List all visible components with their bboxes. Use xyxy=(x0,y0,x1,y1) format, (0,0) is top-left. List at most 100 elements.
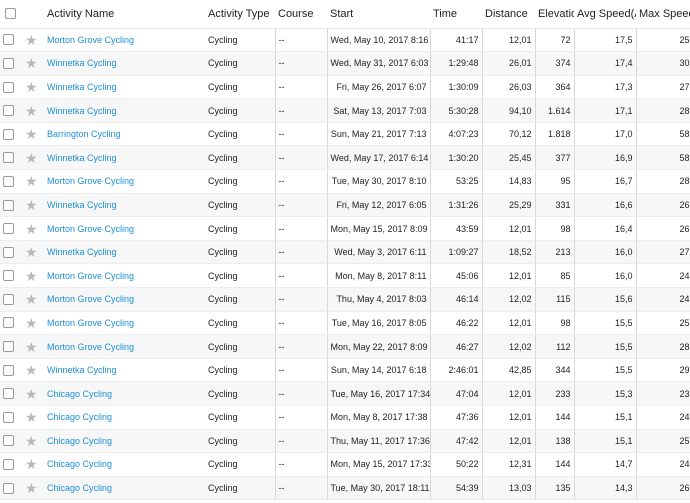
select-all-checkbox-icon[interactable] xyxy=(5,8,16,20)
activity-name-link[interactable]: Chicago Cycling xyxy=(47,412,112,422)
favorite-cell[interactable]: ★ xyxy=(22,193,44,218)
star-icon[interactable]: ★ xyxy=(25,315,38,331)
row-checkbox-cell[interactable] xyxy=(0,287,22,312)
star-icon[interactable]: ★ xyxy=(25,150,38,166)
table-row[interactable]: ★ Morton Grove Cycling Cycling -- Wed, May 1… xyxy=(0,28,690,53)
col-time[interactable]: Time xyxy=(430,0,482,29)
favorite-cell[interactable]: ★ xyxy=(22,240,44,265)
col-activity-name[interactable]: Activity Name xyxy=(44,0,205,29)
star-icon[interactable]: ★ xyxy=(25,244,38,260)
star-icon[interactable]: ★ xyxy=(25,456,38,472)
star-icon[interactable]: ★ xyxy=(25,362,38,378)
star-icon[interactable]: ★ xyxy=(25,291,38,307)
table-row[interactable]: ★ Barrington Cycling Cycling -- Sun, May 21,… xyxy=(0,122,690,147)
table-row[interactable]: ★ Winnetka Cycling Cycling -- Wed, May 31, 2… xyxy=(0,51,690,76)
select-all-cell[interactable] xyxy=(0,0,22,29)
star-icon[interactable]: ★ xyxy=(25,221,38,237)
row-checkbox-cell[interactable] xyxy=(0,28,22,53)
table-row[interactable]: ★ Winnetka Cycling Cycling -- Fri, May 26, 2… xyxy=(0,75,690,100)
favorite-cell[interactable]: ★ xyxy=(22,145,44,171)
favorite-cell[interactable]: ★ xyxy=(22,452,44,477)
row-checkbox-cell[interactable] xyxy=(0,145,22,171)
row-checkbox-icon[interactable] xyxy=(3,105,14,117)
row-checkbox-icon[interactable] xyxy=(3,388,14,400)
row-checkbox-icon[interactable] xyxy=(3,459,14,471)
favorite-cell[interactable]: ★ xyxy=(22,476,44,501)
row-checkbox-cell[interactable] xyxy=(0,429,22,454)
table-row[interactable]: ★ Chicago Cycling Cycling -- Tue, May 30, 20… xyxy=(0,476,690,501)
activity-name-link[interactable]: Winnetka Cycling xyxy=(47,365,117,375)
star-icon[interactable]: ★ xyxy=(25,339,38,355)
row-checkbox-cell[interactable] xyxy=(0,98,22,123)
col-activity-type[interactable]: Activity Type xyxy=(205,0,275,29)
favorite-cell[interactable]: ★ xyxy=(22,311,44,336)
favorite-cell[interactable]: ★ xyxy=(22,98,44,123)
table-row[interactable]: ★ Chicago Cycling Cycling -- Thu, May 11, 20… xyxy=(0,429,690,454)
table-row[interactable]: ★ Winnetka Cycling Cycling -- Fri, May 12, 2… xyxy=(0,193,690,218)
favorite-cell[interactable]: ★ xyxy=(22,358,44,383)
row-checkbox-icon[interactable] xyxy=(3,57,14,69)
row-checkbox-cell[interactable] xyxy=(0,381,22,406)
row-checkbox-icon[interactable] xyxy=(3,199,14,211)
row-checkbox-icon[interactable] xyxy=(3,223,14,235)
row-checkbox-cell[interactable] xyxy=(0,476,22,501)
row-checkbox-cell[interactable] xyxy=(0,263,22,289)
row-checkbox-icon[interactable] xyxy=(3,482,14,494)
favorite-cell[interactable]: ★ xyxy=(22,429,44,454)
row-checkbox-icon[interactable] xyxy=(3,175,14,187)
favorite-cell[interactable]: ★ xyxy=(22,216,44,241)
activity-name-link[interactable]: Morton Grove Cycling xyxy=(47,318,134,328)
row-checkbox-cell[interactable] xyxy=(0,75,22,100)
col-course[interactable]: Course xyxy=(275,0,327,29)
star-icon[interactable]: ★ xyxy=(25,433,38,449)
star-icon[interactable]: ★ xyxy=(25,409,38,425)
favorite-cell[interactable]: ★ xyxy=(22,51,44,76)
activity-name-link[interactable]: Winnetka Cycling xyxy=(47,82,117,92)
star-icon[interactable]: ★ xyxy=(25,268,38,284)
activity-name-link[interactable]: Winnetka Cycling xyxy=(47,247,117,257)
favorite-cell[interactable]: ★ xyxy=(22,334,44,359)
activity-name-link[interactable]: Chicago Cycling xyxy=(47,483,112,493)
favorite-cell[interactable]: ★ xyxy=(22,75,44,100)
favorite-cell[interactable]: ★ xyxy=(22,287,44,312)
table-row[interactable]: ★ Winnetka Cycling Cycling -- Sun, May 14, 2… xyxy=(0,358,690,383)
table-row[interactable]: ★ Morton Grove Cycling Cycling -- Mon, May 8… xyxy=(0,263,690,289)
activity-name-link[interactable]: Chicago Cycling xyxy=(47,459,112,469)
table-row[interactable]: ★ Winnetka Cycling Cycling -- Wed, May 3, 20… xyxy=(0,240,690,265)
favorite-cell[interactable]: ★ xyxy=(22,263,44,289)
table-row[interactable]: ★ Chicago Cycling Cycling -- Mon, May 15, 20… xyxy=(0,452,690,477)
row-checkbox-icon[interactable] xyxy=(3,317,14,329)
row-checkbox-cell[interactable] xyxy=(0,334,22,359)
row-checkbox-icon[interactable] xyxy=(3,81,14,93)
activity-name-link[interactable]: Morton Grove Cycling xyxy=(47,271,134,281)
star-icon[interactable]: ★ xyxy=(25,126,38,142)
favorite-cell[interactable]: ★ xyxy=(22,122,44,147)
star-icon[interactable]: ★ xyxy=(25,103,38,119)
star-icon[interactable]: ★ xyxy=(25,197,38,213)
activity-name-link[interactable]: Morton Grove Cycling xyxy=(47,342,134,352)
row-checkbox-cell[interactable] xyxy=(0,240,22,265)
star-icon[interactable]: ★ xyxy=(25,173,38,189)
row-checkbox-icon[interactable] xyxy=(3,364,14,376)
row-checkbox-icon[interactable] xyxy=(3,341,14,353)
favorite-cell[interactable]: ★ xyxy=(22,405,44,430)
activity-name-link[interactable]: Chicago Cycling xyxy=(47,389,112,399)
activity-name-link[interactable]: Winnetka Cycling xyxy=(47,58,117,68)
row-checkbox-icon[interactable] xyxy=(3,435,14,447)
activity-name-link[interactable]: Winnetka Cycling xyxy=(47,153,117,163)
table-row[interactable]: ★ Chicago Cycling Cycling -- Tue, May 16, 20… xyxy=(0,381,690,406)
activity-name-link[interactable]: Winnetka Cycling xyxy=(47,106,117,116)
star-icon[interactable]: ★ xyxy=(25,480,38,496)
favorite-cell[interactable]: ★ xyxy=(22,28,44,53)
row-checkbox-cell[interactable] xyxy=(0,405,22,430)
activity-name-link[interactable]: Barrington Cycling xyxy=(47,129,121,139)
table-row[interactable]: ★ Morton Grove Cycling Cycling -- Tue, May 1… xyxy=(0,311,690,336)
row-checkbox-cell[interactable] xyxy=(0,216,22,241)
activity-name-link[interactable]: Morton Grove Cycling xyxy=(47,294,134,304)
activity-name-link[interactable]: Chicago Cycling xyxy=(47,436,112,446)
activity-name-link[interactable]: Morton Grove Cycling xyxy=(47,176,134,186)
col-start[interactable]: Start xyxy=(327,0,430,29)
table-row[interactable]: ★ Morton Grove Cycling Cycling -- Thu, May 4… xyxy=(0,287,690,312)
activity-name-link[interactable]: Morton Grove Cycling xyxy=(47,35,134,45)
row-checkbox-cell[interactable] xyxy=(0,122,22,147)
